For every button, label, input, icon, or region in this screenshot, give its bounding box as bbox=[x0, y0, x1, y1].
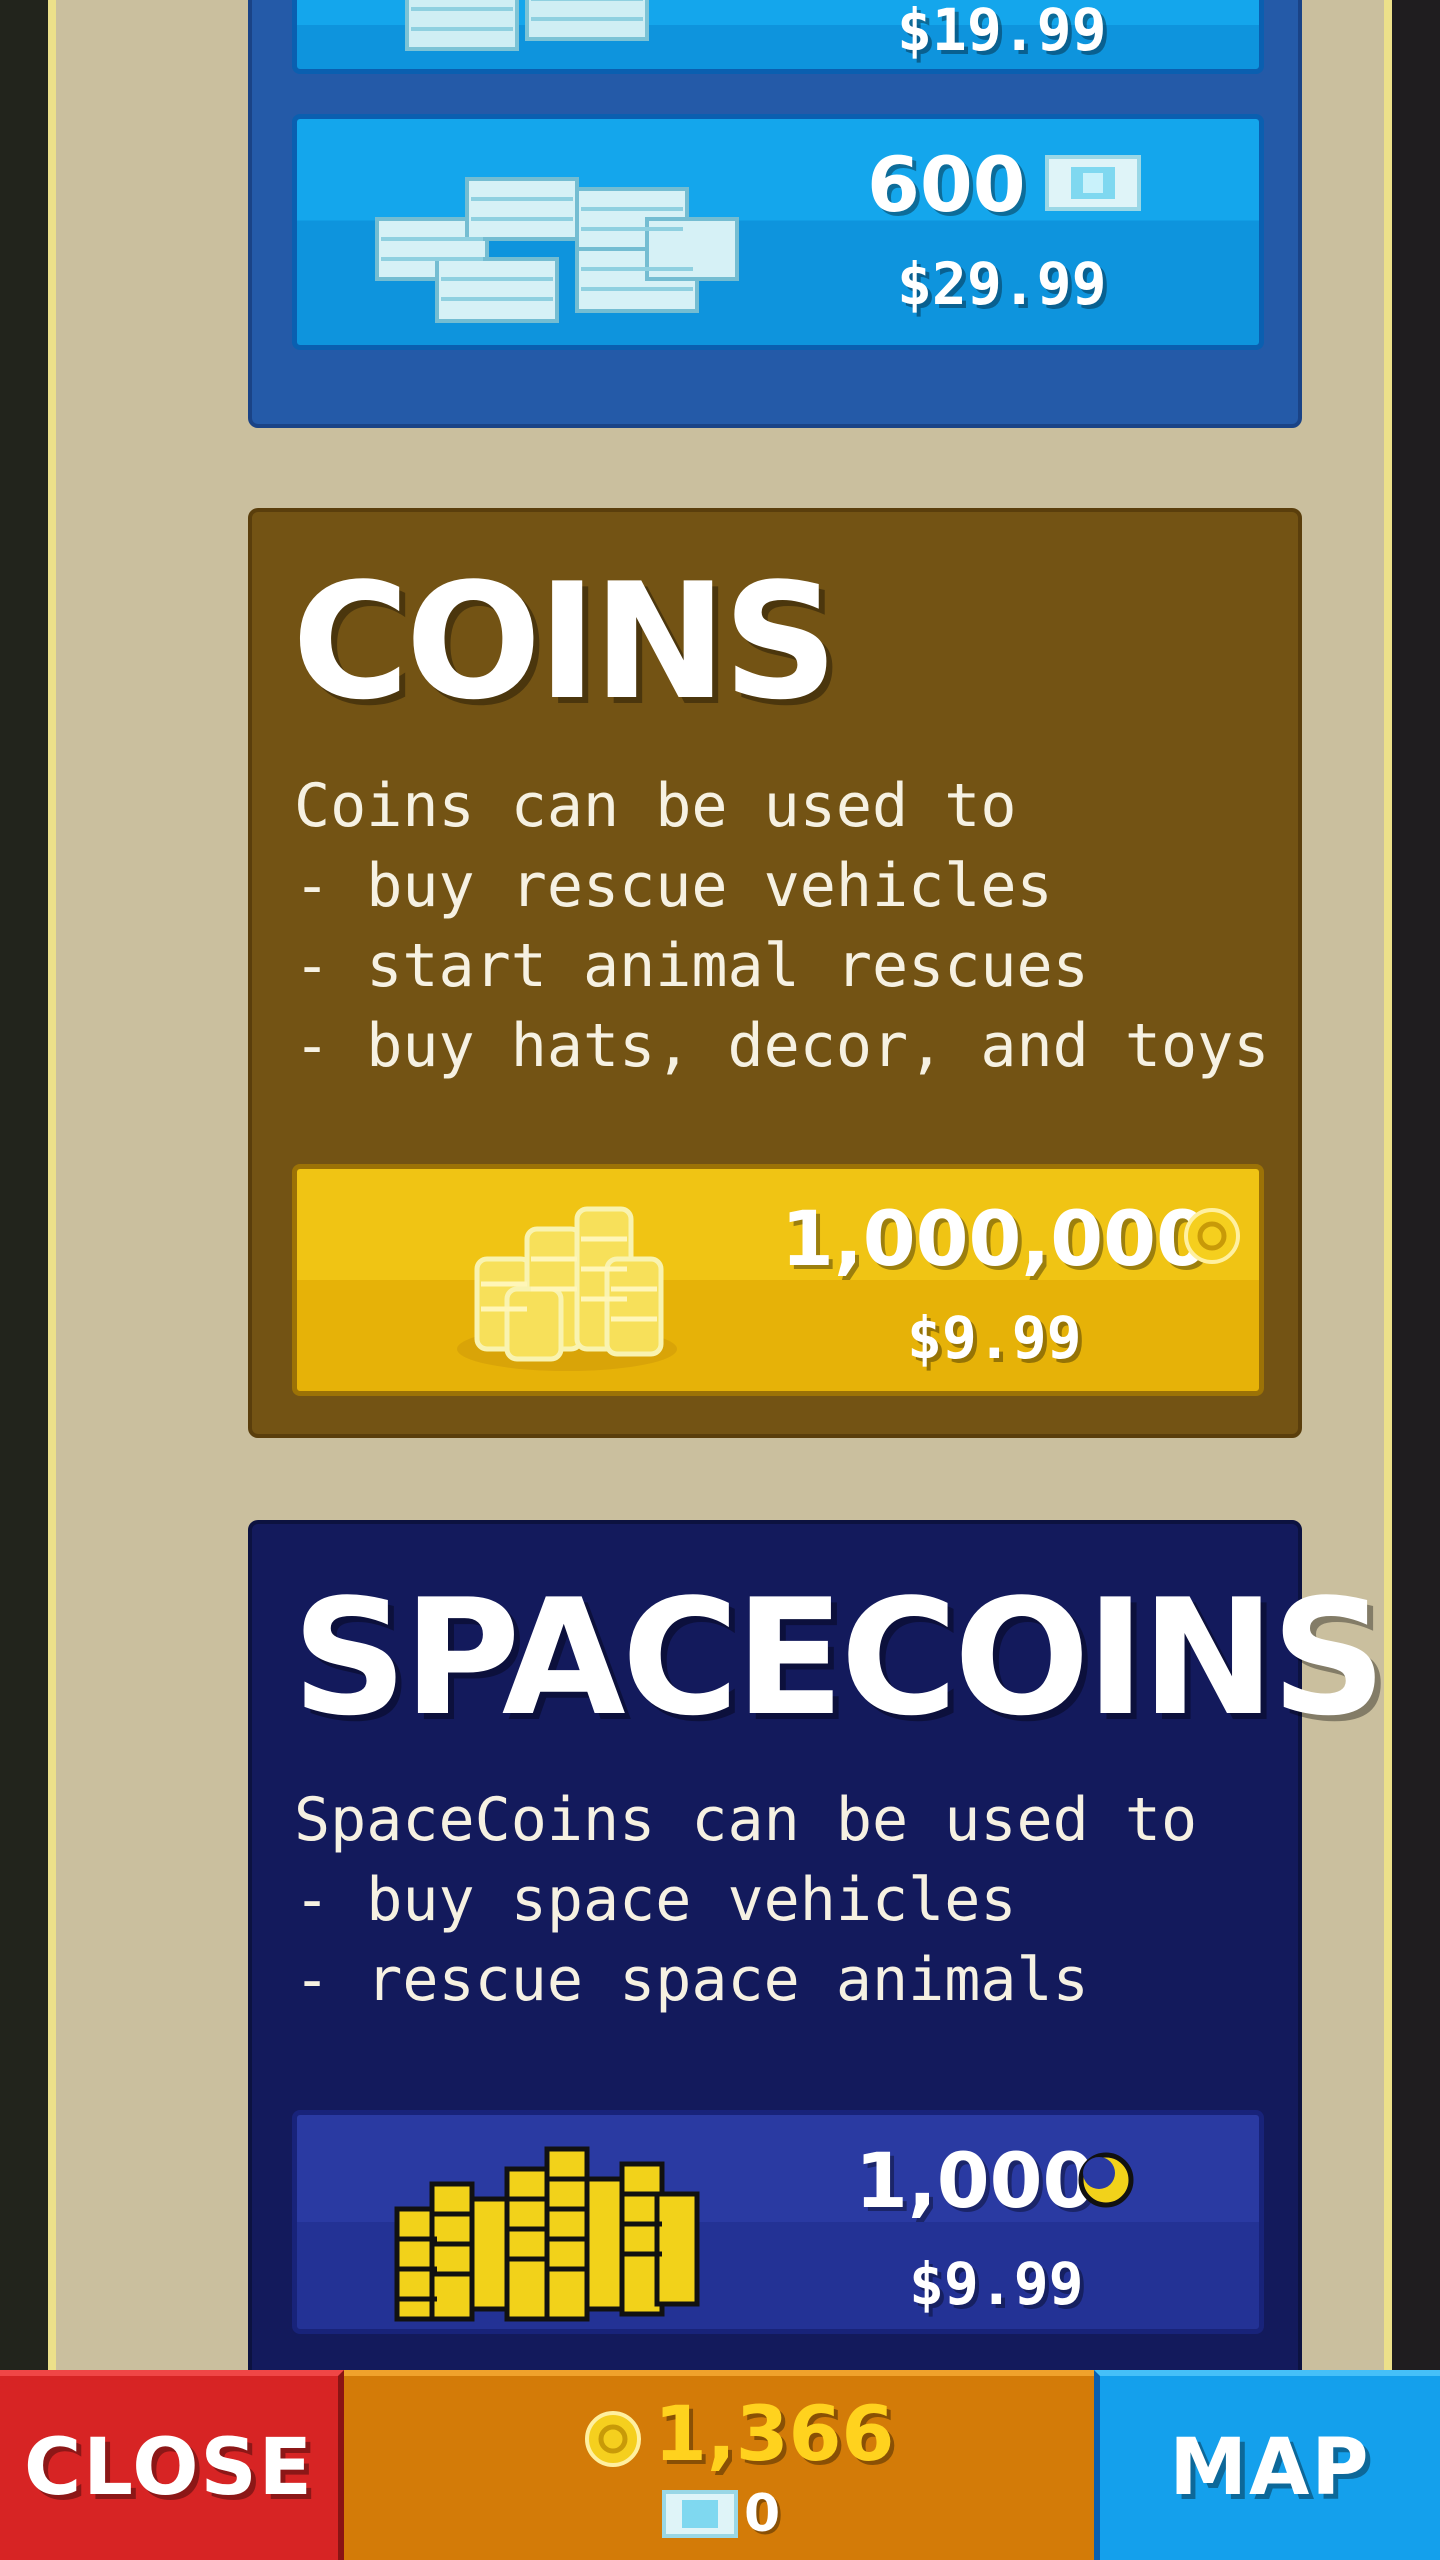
coins-section: COINS Coins can be used to - buy rescue … bbox=[248, 508, 1302, 1438]
coins-description-line: - start animal rescues bbox=[294, 931, 1089, 1001]
gem-offer-price: $29.99 bbox=[897, 250, 1107, 318]
coins-title: COINS bbox=[292, 548, 838, 735]
coins-description: Coins can be used to - buy rescue vehicl… bbox=[294, 766, 1269, 1086]
coin-offer-amount: 1,000,000 bbox=[781, 1194, 1209, 1283]
coin-icon bbox=[585, 2411, 641, 2467]
gem-offer-1999[interactable]: $19.99 bbox=[292, 0, 1264, 74]
map-button[interactable]: MAP bbox=[1094, 2370, 1440, 2560]
spacecoins-description: SpaceCoins can be used to - buy space ve… bbox=[294, 1780, 1197, 2020]
spacecoin-offer-price: $9.99 bbox=[909, 2250, 1084, 2318]
spacecoins-description-line: - buy space vehicles bbox=[294, 1865, 1017, 1935]
gem-bundle-icon bbox=[375, 177, 739, 323]
spacecoins-title: SPACECOINS bbox=[292, 1564, 1386, 1751]
coin-icon bbox=[1184, 1208, 1240, 1264]
gem-offer-price: $19.99 bbox=[897, 0, 1107, 64]
gem-bundle-icon bbox=[405, 0, 649, 51]
spacecoins-section: SPACECOINS SpaceCoins can be used to - b… bbox=[248, 1520, 1386, 2400]
map-button-label: MAP bbox=[1169, 2423, 1371, 2513]
spacecoins-description-line: SpaceCoins can be used to bbox=[294, 1785, 1198, 1855]
bottom-bar: CLOSE 1,366 0 MAP bbox=[0, 2370, 1440, 2560]
spacecoin-stacks-icon bbox=[394, 2146, 700, 2322]
coin-offer-price: $9.99 bbox=[907, 1304, 1082, 1372]
spacecoin-icon bbox=[1078, 2152, 1134, 2208]
background-right-edge bbox=[1392, 0, 1440, 2370]
coin-balance: 1,366 bbox=[654, 2389, 895, 2478]
spacecoin-offer-1000[interactable]: 1,000 $9.99 bbox=[292, 2110, 1264, 2334]
gem-icon bbox=[662, 2490, 738, 2538]
coins-description-line: Coins can be used to bbox=[294, 771, 1017, 841]
gem-balance: 0 bbox=[744, 2484, 781, 2544]
spacecoins-description-line: - rescue space animals bbox=[294, 1945, 1089, 2015]
gem-offer-amount: 600 bbox=[867, 140, 1026, 229]
coin-offer-1000000[interactable]: 1,000,000 $9.99 bbox=[292, 1164, 1264, 1396]
background-left-edge bbox=[0, 0, 48, 2370]
gem-icon bbox=[1045, 155, 1141, 211]
coins-description-line: - buy hats, decor, and toys bbox=[294, 1011, 1270, 1081]
gem-offer-600[interactable]: 600 $29.99 bbox=[292, 114, 1264, 350]
currency-balance: 1,366 0 bbox=[344, 2370, 1094, 2560]
coin-pile-icon bbox=[457, 1206, 677, 1371]
coins-description-line: - buy rescue vehicles bbox=[294, 851, 1053, 921]
close-button[interactable]: CLOSE bbox=[0, 2370, 344, 2560]
store-panel[interactable]: $19.99 600 $29.99 COINS Coins can be use… bbox=[48, 0, 1392, 2400]
spacecoin-offer-amount: 1,000 bbox=[855, 2136, 1096, 2225]
gems-section: $19.99 600 $29.99 bbox=[248, 0, 1302, 428]
close-button-label: CLOSE bbox=[24, 2423, 314, 2513]
